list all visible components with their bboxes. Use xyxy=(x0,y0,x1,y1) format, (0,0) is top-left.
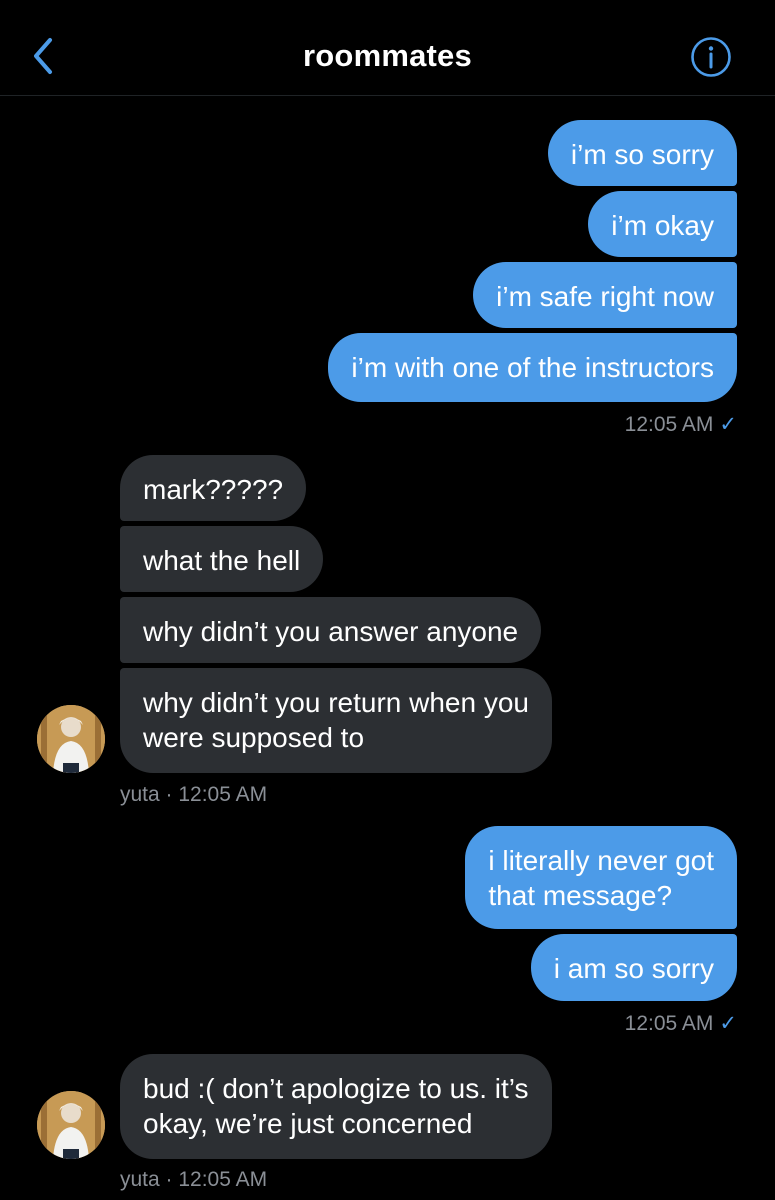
avatar[interactable] xyxy=(37,705,105,773)
message-bubble-incoming[interactable]: what the hell xyxy=(120,526,324,592)
avatar-photo-icon xyxy=(37,1091,105,1159)
timestamp-text: 12:05 AM xyxy=(624,413,714,436)
message-text: i’m with one of the instructors xyxy=(351,352,714,383)
sender-meta: yuta · 12:05 AM xyxy=(120,1168,268,1191)
message-text-line: bud :( don’t apologize to us. it’s xyxy=(143,1073,529,1104)
message-text: i’m okay xyxy=(611,210,714,241)
message-text-line: i literally never got xyxy=(488,845,714,876)
read-check-icon: ✓ xyxy=(719,413,737,436)
info-circle-icon xyxy=(691,37,731,77)
message-bubble-incoming[interactable]: why didn’t you answer anyone xyxy=(120,597,542,663)
message-bubble-outgoing[interactable]: i’m with one of the instructors xyxy=(328,333,737,402)
chat-title: roommates xyxy=(303,38,472,73)
message-bubble-outgoing[interactable]: i’m okay xyxy=(588,191,737,257)
timestamp-text: 12:05 AM xyxy=(624,1012,714,1035)
message-timestamp: 12:05 AM ✓ xyxy=(625,412,737,437)
message-text: i am so sorry xyxy=(553,953,714,984)
message-text: i’m so sorry xyxy=(570,139,714,170)
chat-header: roommates xyxy=(0,0,775,96)
message-text-line: were supposed to xyxy=(143,722,365,753)
message-bubble-incoming[interactable]: why didn’t you return when you were supp… xyxy=(120,668,552,773)
message-text: i’m safe right now xyxy=(496,281,714,312)
message-text: why didn’t you answer anyone xyxy=(143,616,519,647)
message-bubble-outgoing[interactable]: i am so sorry xyxy=(530,934,737,1001)
avatar[interactable] xyxy=(37,1091,105,1159)
message-timestamp: 12:05 AM ✓ xyxy=(625,1011,737,1036)
message-text-line: why didn’t you return when you xyxy=(143,687,529,718)
sender-meta: yuta · 12:05 AM xyxy=(120,783,268,806)
message-bubble-outgoing[interactable]: i’m safe right now xyxy=(473,262,737,328)
message-text: mark????? xyxy=(143,474,284,505)
message-bubble-incoming[interactable]: bud :( don’t apologize to us. it’s okay,… xyxy=(120,1054,552,1159)
avatar-photo-icon xyxy=(37,705,105,773)
message-bubble-outgoing[interactable]: i’m so sorry xyxy=(547,120,737,186)
info-button[interactable] xyxy=(690,36,732,78)
message-text-line: okay, we’re just concerned xyxy=(143,1108,473,1139)
message-bubble-incoming[interactable]: mark????? xyxy=(120,455,307,521)
message-text-line: that message? xyxy=(488,880,673,911)
read-check-icon: ✓ xyxy=(719,1012,737,1035)
message-bubble-outgoing[interactable]: i literally never got that message? xyxy=(465,826,737,929)
message-text: what the hell xyxy=(143,545,301,576)
